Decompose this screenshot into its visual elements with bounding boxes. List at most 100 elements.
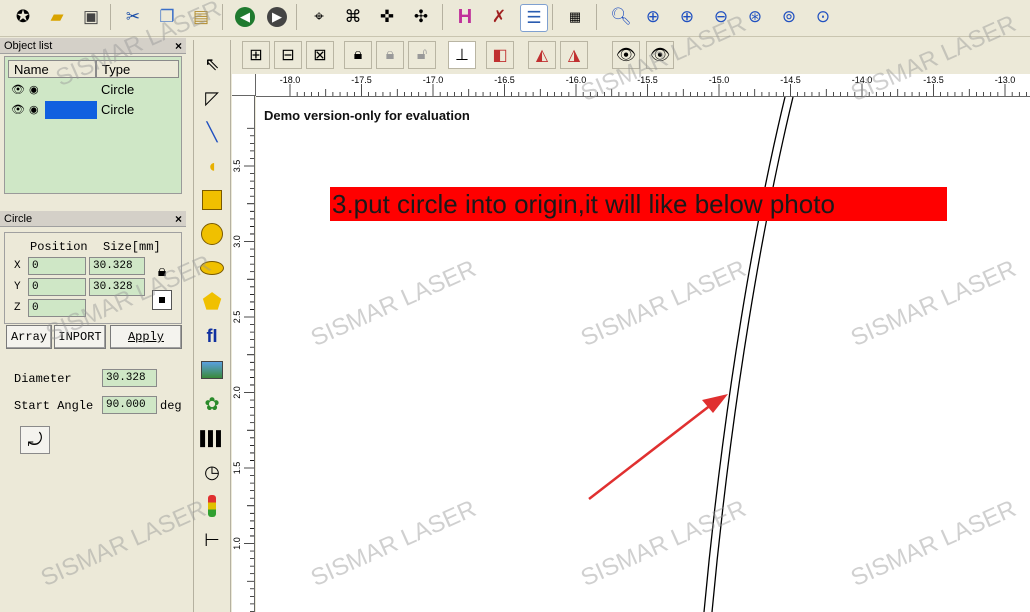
position-y-field[interactable]: 0 [28,278,86,296]
diameter-field[interactable]: 30.328 [102,369,157,387]
main-toolbar: ✪ ▰ ▣ ✂ ❐ ▤ ◀ ▶ ⌖ ⌘ ✜ ✣ H ✗ ☰ ▦ 🔍︎ ⊕ ⊕ ⊖… [0,0,1030,37]
ruler-label: -13.5 [923,75,944,85]
node-edit-icon[interactable]: ⌖ [306,4,332,30]
hatch-icon[interactable]: H [452,4,478,30]
vertical-ruler: 3.5 3.0 2.5 2.0 1.5 1.0 [232,96,255,612]
copy-icon[interactable]: ❐ [154,4,180,30]
origin-icon[interactable]: ⊥ [448,41,476,69]
ruler-label: 3.5 [232,160,242,173]
object-list-close-button[interactable]: × [175,38,182,54]
column-header-type[interactable]: Type [96,60,179,78]
drawing-canvas[interactable] [256,97,1030,612]
apply-button[interactable]: Apply [110,325,182,349]
x-label: X [14,260,21,272]
lock-icon[interactable]: 🔒︎ [152,262,172,282]
select-arrow-icon[interactable]: ⇖ [200,52,224,76]
selected-row-highlight [45,101,97,119]
tools-icon[interactable]: ✗ [486,4,512,30]
preview-eye-icon[interactable]: 👁︎ [612,41,640,69]
z-label: Z [14,302,21,314]
eye-icon[interactable]: 👁︎ [11,81,25,99]
diameter-label: Diameter [14,372,72,386]
preview-eye-2-icon[interactable]: 👁︎ [646,41,674,69]
visibility-circle-icon[interactable]: ◉ [29,101,39,119]
ruler-corner [232,74,256,96]
timer-tool-icon[interactable]: ◷ [200,460,224,484]
start-angle-label: Start Angle [14,399,94,413]
save-icon[interactable]: ▣ [78,4,104,30]
node-arrow-icon[interactable]: ◸ [200,86,224,110]
ungroup-icon[interactable]: ⊟ [274,41,302,69]
node-select-icon[interactable]: ⌘ [340,4,366,30]
zoom-icon[interactable]: 🔍︎ [608,4,634,30]
bitmap-tool-icon[interactable] [200,358,224,382]
forward-icon[interactable]: ▶ [264,4,290,30]
mirror-horizontal-icon[interactable]: ◭ [528,41,556,69]
zoom-in-icon[interactable]: ⊕ [640,4,666,30]
column-header-name[interactable]: Name [8,60,96,78]
array-button[interactable]: Array [6,325,52,349]
barcode-icon[interactable]: ▦ [562,4,588,30]
circle-inner-arc[interactable] [711,97,794,612]
position-x-field[interactable]: 0 [28,257,86,275]
list-icon[interactable]: ☰ [520,4,548,32]
layer-order-icon[interactable]: ◧ [486,41,514,69]
node-add-icon[interactable]: ✣ [408,4,434,30]
position-z-field[interactable]: 0 [28,299,86,317]
ruler-label: -13.0 [995,75,1016,85]
lock-object-icon[interactable]: 🔒︎ [344,41,372,69]
visibility-circle-icon[interactable]: ◉ [29,81,39,99]
ellipse-tool-icon[interactable] [200,256,224,280]
row-type: Circle [101,82,135,97]
circle-tool-icon[interactable] [200,222,224,246]
ruler-label: -15.0 [709,75,730,85]
io-input-icon[interactable] [200,494,224,518]
ruler-label: 1.5 [232,462,242,475]
y-label: Y [14,281,21,293]
size-y-field[interactable]: 30.328 [89,278,145,296]
zoom-out-icon[interactable]: ⊖ [708,4,734,30]
line-tool-icon[interactable]: ╲ [200,120,224,144]
vector-file-icon[interactable]: ✿ [200,392,224,416]
size-label: Size[mm] [103,240,161,254]
curve-tool-icon[interactable]: ◖ [200,154,224,178]
size-x-field[interactable]: 30.328 [89,257,145,275]
node-move-icon[interactable]: ✜ [374,4,400,30]
zoom-all-icon[interactable]: ⊚ [776,4,802,30]
zoom-select-icon[interactable]: ⊙ [810,4,836,30]
circle-panel-close-button[interactable]: × [175,211,182,227]
polygon-tool-icon[interactable]: ⬟ [200,289,224,314]
eye-icon[interactable]: 👁︎ [11,101,25,119]
list-item[interactable]: 👁︎ ◉ Circle [9,81,179,99]
paste-icon[interactable]: ▤ [188,4,214,30]
drawing-tool-strip: ⇖ ◸ ╲ ◖ ⬟ fI ✿ ▌▌▌ ◷ ⊢ [193,40,231,612]
group-icon[interactable]: ⊞ [242,41,270,69]
circle-outer-arc[interactable] [703,97,786,612]
row-type: Circle [101,102,135,117]
cut-icon[interactable]: ✂ [120,4,146,30]
watermark: SISMAR LASER [36,495,211,592]
barcode-tool-icon[interactable]: ▌▌▌ [200,426,226,450]
combine-icon[interactable]: ⊠ [306,41,334,69]
delay-tool-icon[interactable]: ⊢ [200,528,224,552]
anchor-grid-icon[interactable] [152,290,172,310]
circle-panel-title: Circle [4,213,33,225]
back-icon[interactable]: ◀ [232,4,258,30]
unlock-object-icon[interactable]: 🔒︎ [376,41,404,69]
list-item[interactable]: 👁︎ ◉ Circle [9,101,179,119]
import-button[interactable]: INPORT [54,325,106,349]
start-angle-field[interactable]: 90.000 [102,396,157,414]
new-file-icon[interactable]: ✪ [10,4,36,30]
rotate-direction-button[interactable]: ⤾ [20,426,50,454]
ruler-label: 2.5 [232,311,242,324]
object-list-title: Object list [4,40,53,52]
mirror-vertical-icon[interactable]: ◮ [560,41,588,69]
open-folder-icon[interactable]: ▰ [44,4,70,30]
text-tool-icon[interactable]: fI [200,324,224,348]
unlock-all-icon[interactable]: 🔓︎ [408,41,436,69]
demo-notice: Demo version-only for evaluation [264,108,470,123]
canvas-toolbar: ⊞ ⊟ ⊠ 🔒︎ 🔒︎ 🔓︎ ⊥ ◧ ◭ ◮ 👁︎ 👁︎ [232,38,1030,74]
zoom-fit-icon[interactable]: ⊛ [742,4,768,30]
rectangle-tool-icon[interactable] [200,188,224,212]
zoom-in-2-icon[interactable]: ⊕ [674,4,700,30]
